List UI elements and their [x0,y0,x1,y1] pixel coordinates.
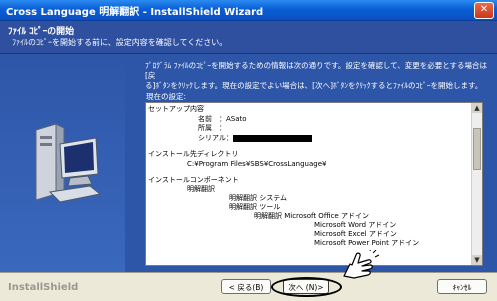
component-root: 明解翻訳 [187,185,215,193]
current-settings-label: 現在の設定: [146,92,187,101]
component-powerpoint: Microsoft Power Point アドイン [314,239,420,247]
cancel-button[interactable]: ｷｬﾝｾﾙ [437,279,487,294]
component-word: Microsoft Word アドイン [314,221,397,229]
destination-header: インストール先ディレクトリ [148,150,239,158]
serial-redaction [233,135,312,142]
summary-scrollbar[interactable]: ▲ ▼ [471,103,482,265]
step-subtitle: ﾌｧｲﾙのｺﾋﾟｰを開始する前に、設定内容を確認してください。 [12,38,228,47]
installshield-brand: InstallShield [8,282,79,293]
intro-line-1: ﾌﾟﾛｸﾞﾗﾑ ﾌｧｲﾙのｺﾋﾟｰを開始するための情報は次の通りです。設定を確認… [145,61,488,80]
settings-summary-box[interactable]: セットアップ内容 名前 ：ASato 所属 ： シリアル： インストール先ディレ… [145,102,483,266]
step-title: ﾌｧｲﾙ ｺﾋﾟｰの開始 [8,27,75,37]
scroll-down-icon[interactable]: ▼ [472,255,482,265]
next-button-highlight [271,277,342,297]
pointing-hand-icon [343,250,380,279]
scroll-thumb[interactable] [473,128,481,170]
installer-window: Cross Language 明解翻訳 - InstallShield Wiza… [0,0,497,301]
window-title: Cross Language 明解翻訳 - InstallShield Wiza… [6,7,264,18]
wizard-body: ﾌﾟﾛｸﾞﾗﾑ ﾌｧｲﾙのｺﾋﾟｰを開始するための情報は次の通りです。設定を確認… [0,54,497,272]
components-header: インストールコンポーネント [148,176,239,184]
computer-icon [35,123,102,203]
component-excel: Microsoft Excel アドイン [314,230,397,238]
title-bar[interactable]: Cross Language 明解翻訳 - InstallShield Wiza… [0,0,497,21]
organization-line: 所属 ： [198,124,226,132]
scroll-up-icon[interactable]: ▲ [472,103,482,113]
component-system: 明解翻訳 システム [229,194,288,202]
setup-header: セットアップ内容 [148,105,204,113]
serial-line: シリアル： [198,134,233,142]
intro-line-2: る]ﾎﾞﾀﾝをｸﾘｯｸします。現在の設定でよい場合は、[次へ]ﾎﾞﾀﾝをｸﾘｯｸ… [145,81,483,90]
component-office: 明解翻訳 Microsoft Office アドイン [254,212,369,220]
wizard-footer: InstallShield < 戻る(B) 次へ (N)> ｷｬﾝｾﾙ [0,272,497,301]
back-button[interactable]: < 戻る(B) [221,279,271,294]
destination-path: C:¥Program Files¥SBS¥CrossLanguage¥ [187,160,327,168]
name-line: 名前 ：ASato [198,115,247,123]
close-icon[interactable]: ✕ [474,2,494,19]
intro-text: ﾌﾟﾛｸﾞﾗﾑ ﾌｧｲﾙのｺﾋﾟｰを開始するための情報は次の通りです。設定を確認… [145,61,490,91]
wizard-header: ﾌｧｲﾙ ｺﾋﾟｰの開始 ﾌｧｲﾙのｺﾋﾟｰを開始する前に、設定内容を確認してく… [0,21,497,54]
side-panel [0,54,125,272]
component-tools: 明解翻訳 ツール [229,203,281,211]
